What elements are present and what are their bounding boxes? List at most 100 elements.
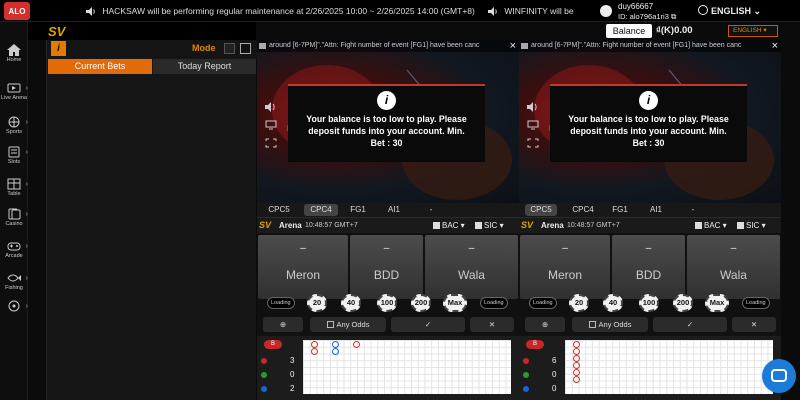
cancel-button[interactable]: ✕ [732,317,776,332]
sidebar-item-more[interactable]: › [0,300,28,312]
sv-logo: SV [48,24,66,39]
sidebar-item-label: Slots [7,159,21,165]
cancel-button[interactable]: ✕ [470,317,514,332]
bet-area[interactable]: – Wala [687,235,780,299]
checkbox-icon [475,222,482,229]
meron-dot [261,358,267,364]
bet-area[interactable]: – Wala [425,235,518,299]
volume-icon[interactable] [527,102,539,112]
chip[interactable]: 100 [639,294,659,312]
checkbox-icon [695,222,702,229]
chip[interactable]: Max [443,294,467,312]
checkbox-icon [737,222,744,229]
fullscreen-icon[interactable] [265,138,277,148]
chip[interactable]: 20 [569,294,589,312]
ticker-message: HACKSAW will be performing regular maint… [102,6,475,16]
bet-area-name: Wala [458,268,485,282]
confirm-button[interactable]: ✓ [391,317,465,332]
volume-icon[interactable] [265,102,277,112]
speaker-icon [259,43,266,49]
tab-current-bets[interactable]: Current Bets [48,59,152,74]
avatar[interactable] [600,5,612,17]
road-mark [332,341,339,348]
modal-line: Bet : 30 [370,138,403,148]
tab-arena[interactable]: AI1 [641,204,671,216]
bet-area[interactable]: – Meron [520,235,610,299]
road-mark [311,341,318,348]
tab-arena[interactable]: FG1 [605,204,635,216]
tab-arena[interactable]: FG1 [343,204,373,216]
chip[interactable]: 200 [411,294,431,312]
sic-dropdown[interactable]: SIC ▾ [737,221,766,230]
screen-icon[interactable] [527,120,539,130]
bet-area[interactable]: – BDD [350,235,423,299]
tab-arena[interactable]: CPC5 [263,204,295,216]
chip-tray: Loading Loading 20 40 100 200 Max [257,294,519,314]
bac-dropdown[interactable]: BAC ▾ [695,221,727,230]
chip-settings-button[interactable]: ⊕ [263,317,303,332]
sidebar-item-slots[interactable]: › Slots [0,146,28,165]
svg-text:ALO: ALO [9,7,26,16]
chip[interactable]: 100 [377,294,397,312]
sidebar: Home › Live Arena › Sports › Slots › Tab… [0,22,28,400]
chip-settings-button[interactable]: ⊕ [525,317,565,332]
loading-badge: Loading [742,297,770,309]
tab-arena[interactable]: CPC4 [304,204,338,216]
live-chat-button[interactable] [762,359,796,393]
tab-arena[interactable]: CPC4 [566,204,600,216]
chip[interactable]: 20 [307,294,327,312]
sidebar-item-casino[interactable]: › Casino [0,208,28,227]
any-odds-toggle[interactable]: Any Odds [572,317,648,332]
sic-dropdown[interactable]: SIC ▾ [475,221,504,230]
copy-icon[interactable]: ⧉ [671,12,676,21]
speaker-icon [488,7,497,17]
chip-icon: ⊕ [541,320,549,329]
chip[interactable]: Max [705,294,729,312]
any-odds-toggle[interactable]: Any Odds [310,317,386,332]
any-odds-label: Any Odds [598,320,632,329]
bet-panel-tabs: Current Bets Today Report [47,59,257,74]
sidebar-item-home[interactable]: Home [0,44,28,63]
chevron-right-icon: › [25,303,28,310]
sidebar-item-arcade[interactable]: › Arcade [0,240,28,259]
tab-arena[interactable]: CPC5 [525,204,557,216]
brand-logo[interactable]: ALO [4,2,30,20]
close-icon[interactable]: × [772,40,778,52]
video-stream[interactable]: around [6-7PM]"."Attn: Fight number of e… [519,40,781,203]
screen-icon[interactable] [265,120,277,130]
fullscreen-icon[interactable] [527,138,539,148]
chip[interactable]: 200 [673,294,693,312]
sidebar-item-table[interactable]: › Table [0,178,28,197]
bet-area[interactable]: – BDD [612,235,685,299]
marquee-text: around [6-7PM]"."Attn: Fight number of e… [269,42,480,49]
app-root: ALO HACKSAW will be performing regular m… [0,0,800,400]
balance-button[interactable]: Balance [606,24,652,38]
sidebar-item-sports[interactable]: › Sports [0,116,28,135]
tab-arena[interactable]: - [685,204,701,216]
bet-odds: – [468,243,475,254]
bet-areas: – Meron – BDD – Wala Loading Loading 20 4… [519,233,781,316]
mode-multi-toggle[interactable] [240,43,251,54]
live-arena-icon [7,83,21,93]
arena-tabs: CPC5 CPC4 FG1 AI1 - [519,203,781,217]
info-icon[interactable]: i [51,41,66,56]
video-stream[interactable]: around [6-7PM]"."Attn: Fight number of e… [257,40,519,203]
language-select[interactable]: ENGLISH ▾ [728,25,778,37]
chip[interactable]: 40 [603,294,623,312]
chip[interactable]: 40 [341,294,361,312]
sidebar-item-fishing[interactable]: › Fishing [0,272,28,291]
bet-area[interactable]: – Meron [258,235,348,299]
language-label: ENGLISH [711,6,752,16]
tab-arena[interactable]: AI1 [379,204,409,216]
mode-single-toggle[interactable] [224,43,235,54]
bac-dropdown[interactable]: BAC ▾ [433,221,465,230]
language-selector[interactable]: ENGLISH ⌄ [698,5,761,17]
tab-arena[interactable]: - [423,204,439,216]
sidebar-item-live-arena[interactable]: › Live Arena [0,82,28,101]
road-badge[interactable]: B [264,340,282,349]
road-badge[interactable]: B [526,340,544,349]
bac-label: BAC [442,221,459,230]
close-icon[interactable]: × [510,40,516,52]
tab-today-report[interactable]: Today Report [153,59,256,74]
confirm-button[interactable]: ✓ [653,317,727,332]
